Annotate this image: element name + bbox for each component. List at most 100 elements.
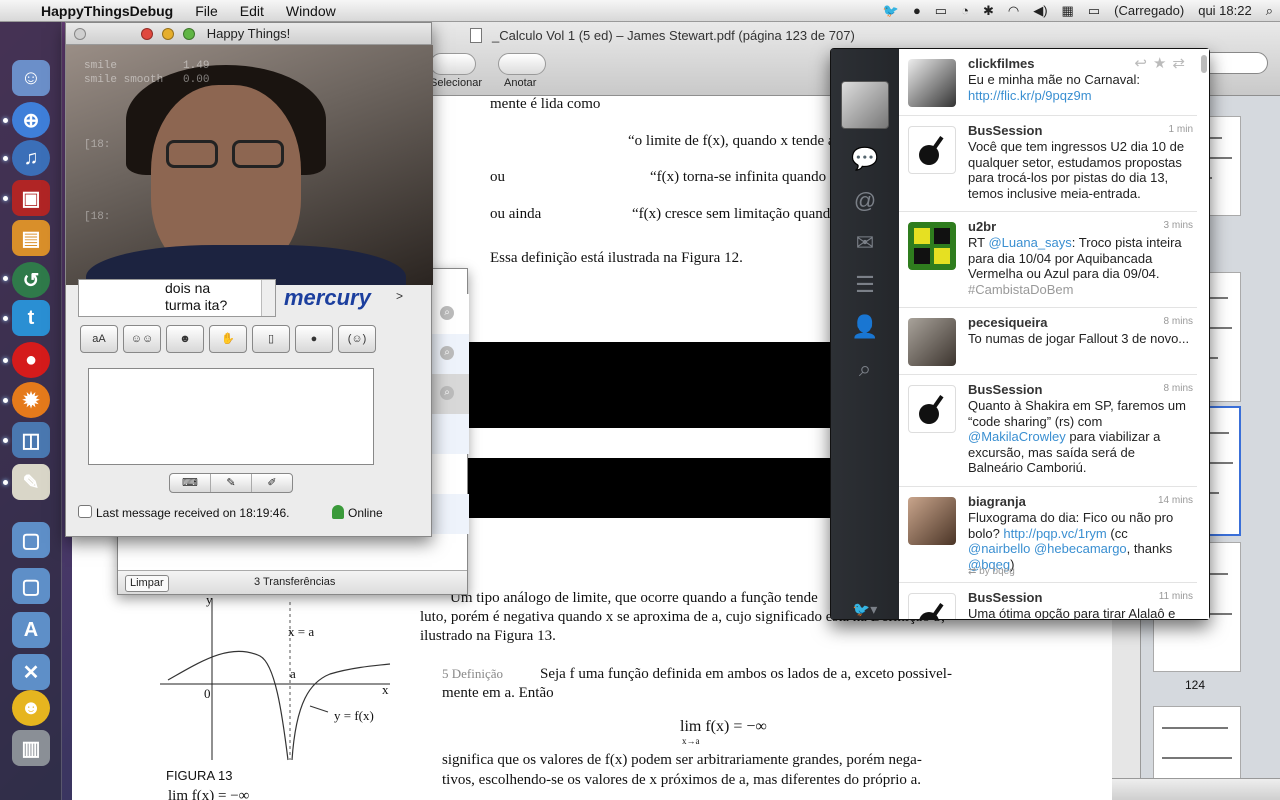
twitter-menu-icon[interactable]: 🐦 xyxy=(876,0,906,22)
preview-dock-icon[interactable]: ◫ xyxy=(12,422,50,458)
tweet-item[interactable]: biagranja 14 mins Fluxograma do dia: Fic… xyxy=(899,487,1197,583)
tweet-mention[interactable]: @MakilaCrowley xyxy=(968,429,1066,444)
happy-things-title[interactable]: Happy Things! xyxy=(66,23,431,45)
tweet-avatar[interactable] xyxy=(908,318,956,366)
file-tool-button[interactable]: ▯ xyxy=(252,325,290,353)
tweet-username[interactable]: clickfilmes xyxy=(968,56,1035,71)
reveal-icon[interactable]: ⌕ xyxy=(440,386,454,400)
tweet-mention[interactable]: @hebecamargo xyxy=(1034,541,1127,556)
messages-nav-icon[interactable]: ✉ xyxy=(849,227,881,259)
finder-dock-icon[interactable]: ☺ xyxy=(12,60,50,96)
tweet-username[interactable]: biagranja xyxy=(968,494,1026,509)
tweet-mention[interactable]: @Luana_says xyxy=(988,235,1071,250)
tweet-username[interactable]: BusSession xyxy=(968,382,1042,397)
input-menu-icon[interactable]: ▦ xyxy=(1055,0,1081,22)
tweet-avatar[interactable] xyxy=(908,59,956,107)
tweet-item[interactable]: BusSession 8 mins Quanto à Shakira em SP… xyxy=(899,375,1197,487)
documents-folder-dock-icon[interactable]: ▢ xyxy=(12,568,50,604)
display-menu-icon[interactable]: ▭ xyxy=(928,0,954,22)
battery-menu-icon[interactable]: ▭ xyxy=(1081,0,1107,22)
textedit-dock-icon[interactable]: ✎ xyxy=(12,464,50,500)
timeline-scrollbar[interactable] xyxy=(1201,55,1207,73)
mentions-nav-icon[interactable]: @ xyxy=(849,185,881,217)
tweet-item[interactable]: BusSession 11 mins Uma ótima opção para … xyxy=(899,583,1197,619)
tweet-username[interactable]: BusSession xyxy=(968,590,1042,605)
utilities-folder-dock-icon[interactable]: ✕ xyxy=(12,654,50,690)
photobooth-dock-icon[interactable]: ▣ xyxy=(12,180,50,216)
smiley-tool-button[interactable]: (☺) xyxy=(338,325,376,353)
wink-tool-button[interactable]: ✋ xyxy=(209,325,247,353)
tweet-item[interactable]: BusSession 1 min Você que tem ingressos … xyxy=(899,116,1197,212)
message-scrollbar[interactable] xyxy=(261,280,275,316)
tweet-text: Fluxograma do dia: Fico ou não pro bolo?… xyxy=(968,510,1174,572)
safari-dock-icon[interactable]: ⊕ xyxy=(12,102,50,138)
volume-menu-icon[interactable]: ◀) xyxy=(1026,0,1054,22)
tweet-username[interactable]: BusSession xyxy=(968,123,1042,138)
select-tool-button[interactable] xyxy=(430,53,476,75)
timemachine-dock-icon[interactable]: ↺ xyxy=(12,262,50,298)
minimize-window-button[interactable] xyxy=(162,28,174,40)
bussession-logo-icon[interactable] xyxy=(908,593,956,619)
last-message-status: Last message received on 18:19:46. xyxy=(96,506,290,520)
app-menu[interactable]: HappyThingsDebug xyxy=(30,0,184,22)
tweet-link[interactable]: http://flic.kr/p/9pqz9m xyxy=(968,88,1092,103)
font-tool-button[interactable]: aA xyxy=(80,325,118,353)
lastfm-dock-icon[interactable]: ● xyxy=(12,342,50,378)
account-avatar[interactable] xyxy=(841,81,889,129)
zoom-window-button[interactable] xyxy=(183,28,195,40)
applications-folder-dock-icon[interactable]: A xyxy=(12,612,50,648)
twitter-dock-icon[interactable]: t xyxy=(12,300,50,336)
keyboard-mode-icon[interactable]: ⌨ xyxy=(170,474,211,492)
tweet-avatar[interactable] xyxy=(908,497,956,545)
nudge-tool-button[interactable]: ● xyxy=(295,325,333,353)
mercury-dock-icon[interactable]: ☻ xyxy=(12,690,50,726)
bussession-logo-icon[interactable] xyxy=(908,126,956,174)
lastfm-menu-icon[interactable]: ● xyxy=(906,0,928,22)
itunes-dock-icon[interactable]: ♫ xyxy=(12,140,50,176)
annotate-tool-button[interactable] xyxy=(498,53,546,75)
iphoto-dock-icon[interactable]: ▤ xyxy=(12,220,50,256)
transfers-count: 3 Transferências xyxy=(254,576,336,588)
tweet-item[interactable]: u2br 3 mins RT @Luana_says: Troco pista … xyxy=(899,212,1197,308)
clear-button[interactable]: Limpar xyxy=(125,575,169,592)
menu-clock[interactable]: qui 18:22 xyxy=(1191,0,1259,22)
expand-chevron-icon[interactable]: > xyxy=(396,289,403,303)
emoticon-tool-button[interactable]: ☻ xyxy=(166,325,204,353)
tweet-link[interactable]: http://pqp.vc/1rym xyxy=(1003,526,1106,541)
menu-window[interactable]: Window xyxy=(275,0,347,22)
profile-nav-icon[interactable]: 👤 xyxy=(849,311,881,343)
timeline-nav-icon[interactable]: 💬 xyxy=(849,143,881,175)
message-input[interactable] xyxy=(88,368,374,465)
u2br-logo-icon[interactable] xyxy=(908,222,956,270)
search-nav-icon[interactable]: ⌕ xyxy=(849,353,881,385)
tweet-item[interactable]: pecesiqueira 8 mins To numas de jogar Fa… xyxy=(899,308,1197,375)
trash-dock-icon[interactable]: ▥ xyxy=(12,730,50,766)
menu-edit[interactable]: Edit xyxy=(229,0,275,22)
battery-status[interactable]: (Carregado) xyxy=(1107,0,1191,22)
wifi-menu-icon[interactable]: ◠ xyxy=(1001,0,1026,22)
tweet-mention[interactable]: @nairbello xyxy=(968,541,1030,556)
tweet-actions[interactable]: ↩★⇄ xyxy=(1134,54,1191,72)
firefox-dock-icon[interactable]: ✹ xyxy=(12,382,50,418)
bluetooth-menu-icon[interactable]: ✱ xyxy=(976,0,1001,22)
compose-tweet-icon[interactable]: 🐦▾ xyxy=(849,593,881,625)
menu-file[interactable]: File xyxy=(184,0,229,22)
downloads-folder-dock-icon[interactable]: ▢ xyxy=(12,522,50,558)
spotlight-icon[interactable]: ⌕ xyxy=(1259,0,1280,22)
presence-status[interactable]: Online xyxy=(348,506,383,520)
close-window-button[interactable] xyxy=(141,28,153,40)
tweet-hashtag[interactable]: #CambistaDoBem xyxy=(968,282,1074,297)
contacts-tool-button[interactable]: ☺☺ xyxy=(123,325,161,353)
tweet-username[interactable]: u2br xyxy=(968,219,996,234)
input-mode-segmented-control[interactable]: ⌨ ✎ ✐ xyxy=(169,473,293,493)
reveal-icon[interactable]: ⌕ xyxy=(440,306,454,320)
timemachine-menu-icon[interactable]: ◔ xyxy=(954,0,976,22)
draw-mode-icon[interactable]: ✎ xyxy=(211,474,252,492)
lists-nav-icon[interactable]: ☰ xyxy=(849,269,881,301)
tweet-item[interactable]: clickfilmes ↩★⇄ Eu e minha mãe no Carnav… xyxy=(899,49,1197,116)
thumbnail-view-controls[interactable] xyxy=(1112,778,1280,800)
ink-mode-icon[interactable]: ✐ xyxy=(252,474,292,492)
bussession-logo-icon[interactable] xyxy=(908,385,956,433)
reveal-icon[interactable]: ⌕ xyxy=(440,346,454,360)
tweet-username[interactable]: pecesiqueira xyxy=(968,315,1048,330)
